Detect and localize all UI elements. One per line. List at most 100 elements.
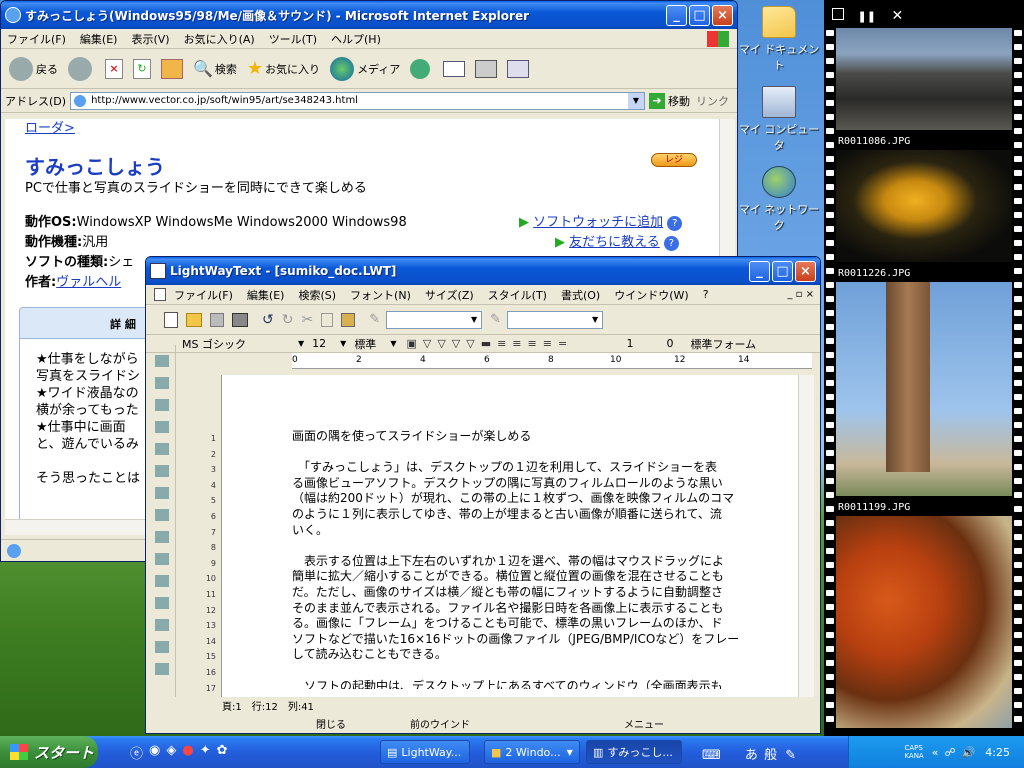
print-button[interactable] <box>475 59 498 78</box>
address-input[interactable]: http://www.vector.co.jp/soft/win95/art/s… <box>70 91 645 110</box>
refresh-button[interactable]: ↻ <box>133 58 151 79</box>
volume-icon[interactable]: 🔊 <box>962 746 976 759</box>
software-watch-link[interactable]: ソフトウォッチに追加 <box>533 215 663 230</box>
footer-close-button[interactable]: 閉じる <box>316 716 346 731</box>
forward-button[interactable] <box>68 56 95 81</box>
menu-window[interactable]: ウインドウ(W) <box>614 287 688 303</box>
close-button[interactable]: × <box>712 4 733 26</box>
ie-quicklaunch-icon[interactable]: ⓔ <box>130 743 143 762</box>
footer-menu-button[interactable]: メニュー <box>624 716 664 731</box>
menu-favorites[interactable]: お気に入り(A) <box>184 31 255 47</box>
menu-file[interactable]: ファイル(F) <box>7 31 66 47</box>
menu-font[interactable]: フォント(N) <box>350 287 411 303</box>
lwt-vertical-scrollbar[interactable] <box>798 375 814 697</box>
film-menu-icon[interactable] <box>832 8 844 20</box>
favorites-button[interactable]: ★ お気に入り <box>247 58 320 79</box>
desktop-icon-my-network[interactable]: マイ ネットワーク <box>734 166 824 233</box>
font-size-select[interactable]: 12 <box>312 337 340 350</box>
close-button[interactable]: × <box>795 260 816 282</box>
toolbar-combo-2[interactable]: ▼ <box>507 310 604 329</box>
task-sumikko-show[interactable]: ▥ すみっこし... <box>586 740 682 764</box>
maximize-button[interactable]: □ <box>772 260 793 282</box>
pause-icon[interactable]: ❚❚ <box>858 10 876 23</box>
open-icon[interactable] <box>186 312 202 327</box>
ruler[interactable]: 0 2 4 6 8 10 12 14 <box>292 353 812 369</box>
stop-button[interactable]: × <box>105 58 123 79</box>
menu-style[interactable]: スタイル(T) <box>488 287 547 303</box>
desktop-icon-my-computer[interactable]: マイ コンピュータ <box>734 86 824 153</box>
document-text[interactable]: 画面の隅を使ってスライドショーが楽しめる 「すみっこしょう」は、デスクトップの１… <box>292 429 797 689</box>
doc-menu-icon[interactable] <box>154 288 166 301</box>
mdi-window-controls[interactable]: _ ▫ × <box>787 289 814 300</box>
menu-view[interactable]: 表示(V) <box>131 31 169 47</box>
history-button[interactable] <box>410 58 433 79</box>
font-name-select[interactable]: MS ゴシック <box>182 336 298 352</box>
links-button[interactable]: リンク <box>696 93 729 109</box>
ie-titlebar[interactable]: すみっこしょう(Windows95/98/Me/画像＆サウンド) - Micro… <box>1 1 737 29</box>
menu-tools[interactable]: ツール(T) <box>269 31 317 47</box>
film-perforation <box>1014 534 1022 540</box>
brush-icon[interactable]: ✎ <box>490 312 501 327</box>
tray-expand-icon[interactable]: « <box>932 746 939 759</box>
mail-button[interactable] <box>443 60 466 77</box>
menu-edit[interactable]: 編集(E) <box>80 31 118 47</box>
maximize-button[interactable]: □ <box>689 4 710 26</box>
task-lightwaytext[interactable]: ▤ LightWay... <box>380 740 470 764</box>
lwt-titlebar[interactable]: LightWayText - [sumiko_doc.LWT] _ □ × <box>146 257 820 285</box>
menu-file[interactable]: ファイル(F) <box>174 287 233 303</box>
start-button[interactable]: スタート <box>0 736 98 768</box>
help-icon[interactable]: ? <box>667 216 683 231</box>
format-buttons[interactable]: ▣▽▽▽▽▬≡≡≡≡= <box>406 337 626 350</box>
menu-help[interactable]: ? <box>703 288 709 301</box>
format-form-select[interactable]: 標準フォーム <box>690 336 756 352</box>
breadcrumb-link[interactable]: ローダ> <box>25 119 75 136</box>
edit-button[interactable] <box>507 59 530 78</box>
network-tray-icon[interactable]: ☍ <box>944 746 955 759</box>
menu-format[interactable]: 書式(O) <box>561 287 600 303</box>
media-quicklaunch-icon[interactable]: ◉ <box>149 743 160 762</box>
redo-icon[interactable]: ↻ <box>282 312 294 328</box>
undo-icon[interactable]: ↺ <box>262 312 274 328</box>
print-icon[interactable] <box>232 312 248 327</box>
keyboard-icon[interactable]: ⌨ <box>702 748 721 763</box>
desktop-icon-my-documents[interactable]: マイ ドキュメント <box>734 6 824 73</box>
line-spacing-value[interactable]: 1 <box>626 337 666 350</box>
new-doc-icon[interactable] <box>164 311 178 328</box>
app-quicklaunch-icon[interactable]: ◈ <box>166 743 176 762</box>
minimize-button[interactable]: _ <box>666 4 687 26</box>
go-button[interactable]: ➜ 移動 <box>649 92 690 109</box>
register-badge[interactable]: レジ <box>651 153 697 167</box>
ime-tools-icon[interactable]: ✎ <box>785 748 796 763</box>
footer-prev-window-button[interactable]: 前のウインド <box>410 716 470 731</box>
menu-size[interactable]: サイズ(Z) <box>425 287 474 303</box>
address-dropdown-button[interactable]: ▼ <box>628 92 644 109</box>
ime-mode[interactable]: あ <box>745 748 758 763</box>
clock[interactable]: 4:25 <box>985 746 1010 759</box>
menu-search[interactable]: 検索(S) <box>298 287 336 303</box>
task-window-group[interactable]: ■ 2 Windo... ▼ <box>484 740 580 764</box>
home-button[interactable] <box>161 58 183 79</box>
detail-tab[interactable]: 詳 細 <box>110 316 136 332</box>
search-button[interactable]: 🔍 検索 <box>193 59 237 78</box>
back-button[interactable]: 戻る <box>9 56 58 81</box>
minimize-button[interactable]: _ <box>749 260 770 282</box>
tool2-quicklaunch-icon[interactable]: ✿ <box>217 743 228 762</box>
tell-friend-link[interactable]: 友だちに教える <box>569 235 660 250</box>
opera-quicklaunch-icon[interactable]: ● <box>182 743 193 762</box>
indent-value[interactable]: 0 <box>666 337 690 350</box>
style-select[interactable]: 標準 <box>354 336 390 352</box>
menu-edit[interactable]: 編集(E) <box>247 287 285 303</box>
side-tool-icons[interactable] <box>155 355 169 685</box>
menu-help[interactable]: ヘルプ(H) <box>331 31 381 47</box>
ime-conversion[interactable]: 般 <box>764 748 777 763</box>
media-button[interactable]: メディア <box>330 56 400 81</box>
toolbar-combo-1[interactable]: ▼ <box>386 310 483 329</box>
copy-icon[interactable] <box>321 312 334 327</box>
tool-quicklaunch-icon[interactable]: ✦ <box>200 743 211 762</box>
close-icon[interactable]: ✕ <box>891 8 903 24</box>
save-icon[interactable] <box>210 312 224 327</box>
help-icon[interactable]: ? <box>663 236 679 251</box>
paste-icon[interactable] <box>341 312 356 327</box>
cut-icon[interactable]: ✂ <box>301 312 313 328</box>
pen-icon[interactable]: ✎ <box>369 312 380 327</box>
